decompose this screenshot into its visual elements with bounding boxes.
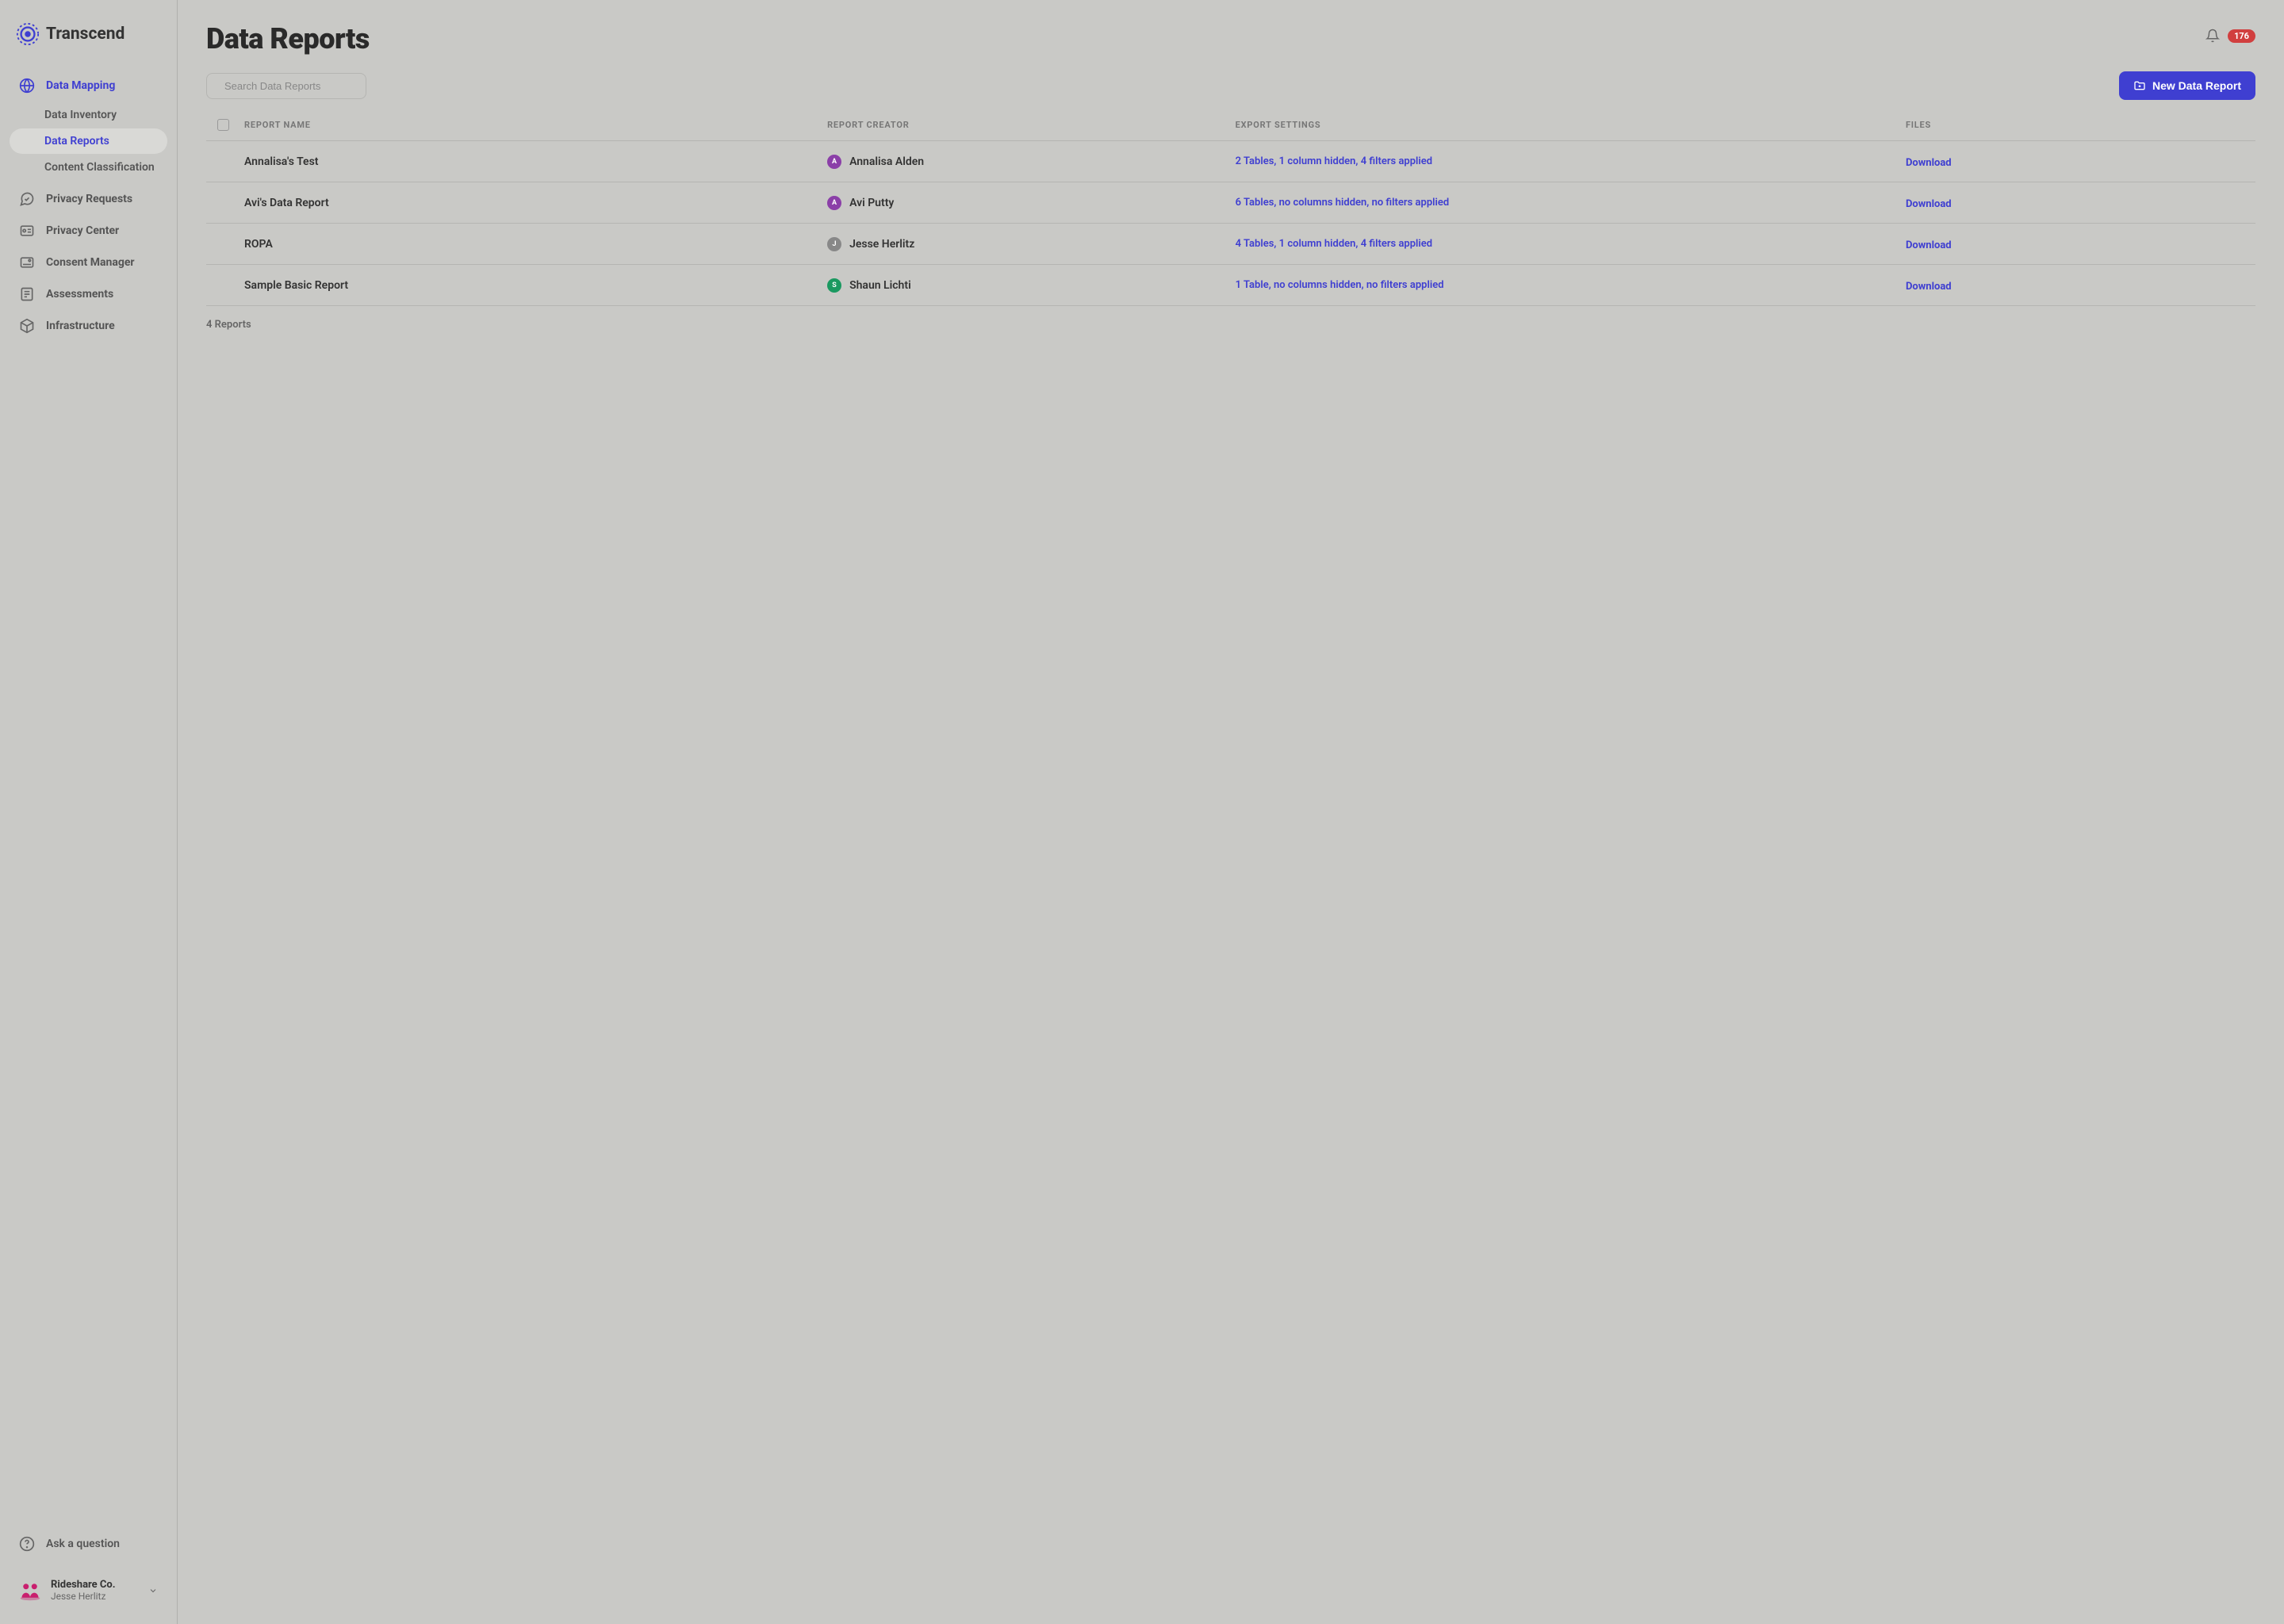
header-right: 176: [2205, 29, 2255, 43]
logo[interactable]: Transcend: [0, 22, 177, 46]
column-header: REPORT NAME: [244, 120, 827, 130]
creator-cell: A Annalisa Alden: [827, 155, 1236, 169]
sidebar-item-label: Privacy Center: [46, 224, 119, 237]
avatar: A: [827, 196, 841, 210]
chevron-down-icon: [148, 1586, 158, 1595]
sidebar-item-data-mapping[interactable]: Data Mapping: [10, 70, 167, 102]
creator-name: Jesse Herlitz: [849, 238, 914, 251]
sidebar-subitem-label: Data Reports: [44, 135, 109, 147]
report-name-cell: Annalisa's Test: [244, 155, 827, 168]
creator-cell: J Jesse Herlitz: [827, 237, 1236, 251]
sidebar-subitem-content-classification[interactable]: Content Classification: [10, 155, 167, 180]
files-cell: Download: [1906, 154, 2255, 169]
sidebar: Transcend Data Mapping Data Inventory Da…: [0, 0, 178, 1624]
download-link[interactable]: Download: [1906, 157, 1952, 169]
sidebar-item-label: Infrastructure: [46, 320, 115, 332]
export-settings-cell[interactable]: 4 Tables, 1 column hidden, 4 filters app…: [1236, 238, 1906, 250]
creator-cell: S Shaun Lichti: [827, 278, 1236, 293]
notification-badge[interactable]: 176: [2228, 29, 2255, 43]
cube-icon: [19, 318, 35, 334]
consent-icon: [19, 255, 35, 270]
assessment-icon: [19, 286, 35, 302]
question-icon: [19, 1536, 35, 1552]
files-cell: Download: [1906, 236, 2255, 251]
export-settings-cell[interactable]: 1 Table, no columns hidden, no filters a…: [1236, 279, 1906, 291]
report-name-cell: ROPA: [244, 238, 827, 251]
row-count: 4 Reports: [206, 319, 2255, 331]
globe-icon: [19, 78, 35, 94]
column-header: FILES: [1906, 120, 2255, 130]
sidebar-item-consent-manager[interactable]: Consent Manager: [10, 247, 167, 278]
sidebar-item-label: Assessments: [46, 288, 113, 301]
org-info: Rideshare Co. Jesse Herlitz: [51, 1579, 139, 1602]
toolbar: New Data Report: [206, 71, 2255, 100]
export-settings-cell[interactable]: 6 Tables, no columns hidden, no filters …: [1236, 197, 1906, 209]
table-row[interactable]: Annalisa's Test A Annalisa Alden 2 Table…: [206, 141, 2255, 182]
bell-icon[interactable]: [2205, 29, 2220, 43]
sidebar-nav: Data Mapping Data Inventory Data Reports…: [0, 70, 177, 1528]
table-row[interactable]: Sample Basic Report S Shaun Lichti 1 Tab…: [206, 265, 2255, 306]
chat-icon: [19, 191, 35, 207]
org-name: Rideshare Co.: [51, 1579, 139, 1591]
column-header: EXPORT SETTINGS: [1236, 120, 1906, 130]
new-report-button[interactable]: New Data Report: [2119, 71, 2255, 100]
reports-table: REPORT NAME REPORT CREATOR EXPORT SETTIN…: [206, 109, 2255, 306]
ask-question-label: Ask a question: [46, 1538, 120, 1550]
avatar: S: [827, 278, 841, 293]
creator-cell: A Avi Putty: [827, 196, 1236, 210]
report-name-cell: Sample Basic Report: [244, 279, 827, 292]
sidebar-item-privacy-center[interactable]: Privacy Center: [10, 215, 167, 247]
table-row[interactable]: ROPA J Jesse Herlitz 4 Tables, 1 column …: [206, 224, 2255, 265]
creator-name: Shaun Lichti: [849, 279, 911, 292]
org-avatar-icon: [19, 1580, 41, 1602]
org-switcher[interactable]: Rideshare Co. Jesse Herlitz: [10, 1572, 167, 1608]
main-content: Data Reports 176 New Data Report REPORT …: [178, 0, 2284, 1624]
report-name-cell: Avi's Data Report: [244, 197, 827, 209]
brand-name: Transcend: [46, 25, 125, 44]
sidebar-item-label: Consent Manager: [46, 256, 135, 269]
sidebar-item-infrastructure[interactable]: Infrastructure: [10, 310, 167, 342]
select-all-checkbox[interactable]: [217, 119, 229, 131]
avatar: J: [827, 237, 841, 251]
sidebar-item-assessments[interactable]: Assessments: [10, 278, 167, 310]
page-title: Data Reports: [206, 22, 370, 56]
ask-question-button[interactable]: Ask a question: [10, 1528, 167, 1560]
folder-plus-icon: [2133, 79, 2146, 92]
card-icon: [19, 223, 35, 239]
creator-name: Annalisa Alden: [849, 155, 924, 168]
main-header: Data Reports 176: [206, 22, 2255, 56]
sidebar-item-privacy-requests[interactable]: Privacy Requests: [10, 183, 167, 215]
sidebar-item-label: Data Mapping: [46, 79, 115, 92]
files-cell: Download: [1906, 195, 2255, 210]
table-header: REPORT NAME REPORT CREATOR EXPORT SETTIN…: [206, 109, 2255, 141]
download-link[interactable]: Download: [1906, 281, 1952, 293]
column-header: REPORT CREATOR: [827, 120, 1236, 130]
avatar: A: [827, 155, 841, 169]
table-row[interactable]: Avi's Data Report A Avi Putty 6 Tables, …: [206, 182, 2255, 224]
sidebar-subitem-label: Data Inventory: [44, 109, 117, 121]
sidebar-footer: Ask a question Rideshare Co. Jesse Herli…: [0, 1528, 177, 1608]
export-settings-cell[interactable]: 2 Tables, 1 column hidden, 4 filters app…: [1236, 155, 1906, 167]
sidebar-subitem-data-inventory[interactable]: Data Inventory: [10, 102, 167, 128]
download-link[interactable]: Download: [1906, 198, 1952, 210]
logo-icon: [16, 22, 40, 46]
sidebar-item-label: Privacy Requests: [46, 193, 132, 205]
download-link[interactable]: Download: [1906, 239, 1952, 251]
creator-name: Avi Putty: [849, 197, 894, 209]
org-user: Jesse Herlitz: [51, 1591, 139, 1602]
sidebar-subitem-data-reports[interactable]: Data Reports: [10, 128, 167, 154]
sidebar-subitem-label: Content Classification: [44, 161, 155, 174]
search-box[interactable]: [206, 73, 366, 99]
new-report-label: New Data Report: [2152, 79, 2241, 92]
files-cell: Download: [1906, 278, 2255, 293]
search-input[interactable]: [224, 80, 364, 92]
